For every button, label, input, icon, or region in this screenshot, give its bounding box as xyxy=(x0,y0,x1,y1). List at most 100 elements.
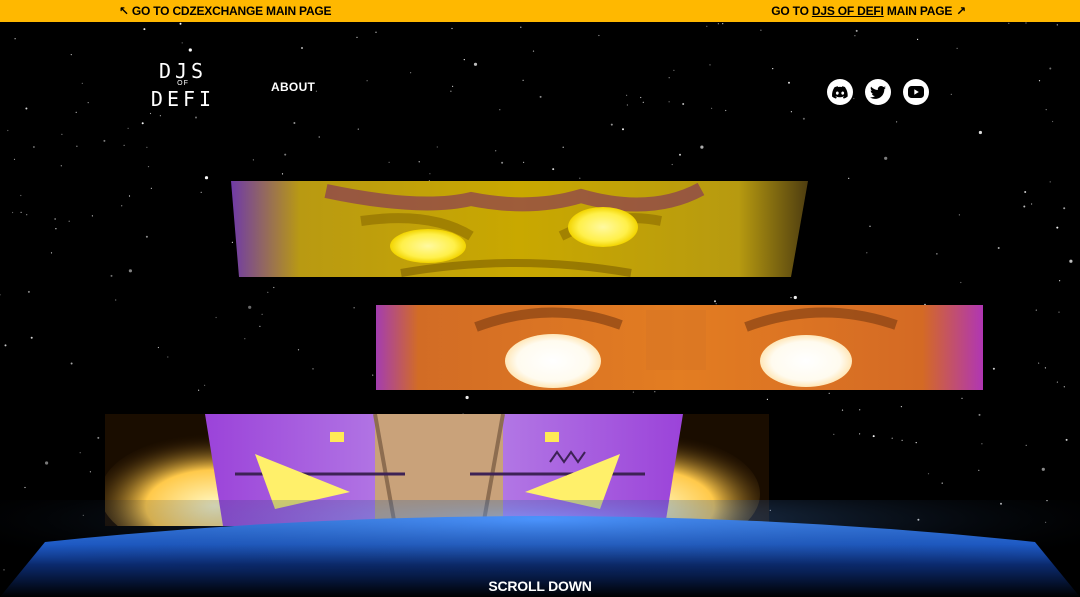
star xyxy=(252,159,254,161)
star xyxy=(26,214,28,216)
star xyxy=(654,391,656,393)
star xyxy=(452,85,454,87)
cdzexchange-main-page-link[interactable]: ↖ GO TO CDZEXCHANGE MAIN PAGE xyxy=(119,4,332,18)
star xyxy=(301,47,303,49)
star xyxy=(997,247,1000,249)
discord-icon xyxy=(832,85,848,99)
star xyxy=(147,166,150,168)
star xyxy=(495,150,497,152)
star xyxy=(167,356,169,358)
youtube-button[interactable] xyxy=(903,79,929,105)
star xyxy=(0,294,1,296)
star xyxy=(61,133,63,135)
star xyxy=(248,305,252,309)
star xyxy=(917,38,919,40)
star xyxy=(27,290,30,293)
star xyxy=(927,473,930,475)
star xyxy=(855,29,858,32)
star xyxy=(143,28,146,31)
star xyxy=(522,79,524,81)
star xyxy=(312,368,314,370)
star xyxy=(141,122,144,125)
star xyxy=(642,101,644,103)
star xyxy=(900,406,903,408)
star xyxy=(75,111,77,113)
star xyxy=(1069,259,1073,263)
star xyxy=(992,367,995,370)
star xyxy=(788,81,790,84)
star xyxy=(366,80,368,82)
star xyxy=(281,173,284,175)
star xyxy=(766,398,769,400)
star xyxy=(198,389,200,391)
star xyxy=(356,36,358,38)
discord-button[interactable] xyxy=(827,79,853,105)
star xyxy=(833,433,835,435)
star xyxy=(179,22,182,25)
logo-line-djs: DJS xyxy=(158,59,208,83)
star xyxy=(7,129,9,132)
star xyxy=(244,338,246,340)
star xyxy=(91,215,93,217)
star xyxy=(123,144,125,146)
star xyxy=(45,461,49,465)
star xyxy=(89,471,91,473)
star xyxy=(97,436,100,439)
star xyxy=(1049,181,1051,183)
star xyxy=(722,23,724,25)
star xyxy=(315,90,317,92)
star xyxy=(790,111,793,113)
star xyxy=(1038,362,1040,364)
star xyxy=(802,117,805,120)
star xyxy=(848,177,850,179)
star xyxy=(25,107,28,110)
twitter-button[interactable] xyxy=(865,79,891,105)
star xyxy=(103,139,106,142)
star xyxy=(725,109,727,112)
yellow-character-eyes-image xyxy=(231,181,808,277)
star xyxy=(20,211,22,213)
star xyxy=(70,362,73,365)
logo-line-defi: DEFI xyxy=(150,87,216,111)
star xyxy=(950,93,952,95)
scroll-down-prompt[interactable]: SCROLL DOWN xyxy=(0,578,1080,594)
star xyxy=(1059,280,1061,282)
star xyxy=(357,128,359,130)
star xyxy=(145,235,148,238)
djs-of-defi-main-page-link[interactable]: GO TO DJS OF DEFI MAIN PAGE ↗ xyxy=(771,4,966,18)
star xyxy=(188,48,192,52)
star xyxy=(4,344,7,347)
star xyxy=(24,486,26,489)
star xyxy=(859,409,861,411)
star xyxy=(941,482,943,484)
star xyxy=(157,346,159,349)
nav-about-link[interactable]: ABOUT xyxy=(271,80,315,94)
star xyxy=(854,35,856,37)
star xyxy=(128,195,131,197)
star xyxy=(297,349,300,351)
djs-of-defi-logo[interactable]: DJS OF DEFI xyxy=(142,59,224,111)
star xyxy=(562,146,564,148)
star xyxy=(293,122,296,124)
star xyxy=(463,59,465,61)
star xyxy=(55,228,57,230)
star xyxy=(532,50,535,52)
star xyxy=(115,299,117,301)
star xyxy=(410,72,412,74)
star xyxy=(632,391,635,393)
star xyxy=(841,409,844,411)
star xyxy=(682,103,685,105)
star xyxy=(195,116,197,119)
star xyxy=(978,413,981,416)
star xyxy=(671,163,673,166)
star xyxy=(267,291,269,293)
star xyxy=(956,47,958,49)
star xyxy=(318,136,320,138)
star xyxy=(436,146,438,148)
star xyxy=(884,156,888,160)
star xyxy=(146,146,148,148)
star xyxy=(79,452,81,454)
star xyxy=(711,107,713,109)
star xyxy=(54,218,56,220)
star xyxy=(1056,226,1059,229)
